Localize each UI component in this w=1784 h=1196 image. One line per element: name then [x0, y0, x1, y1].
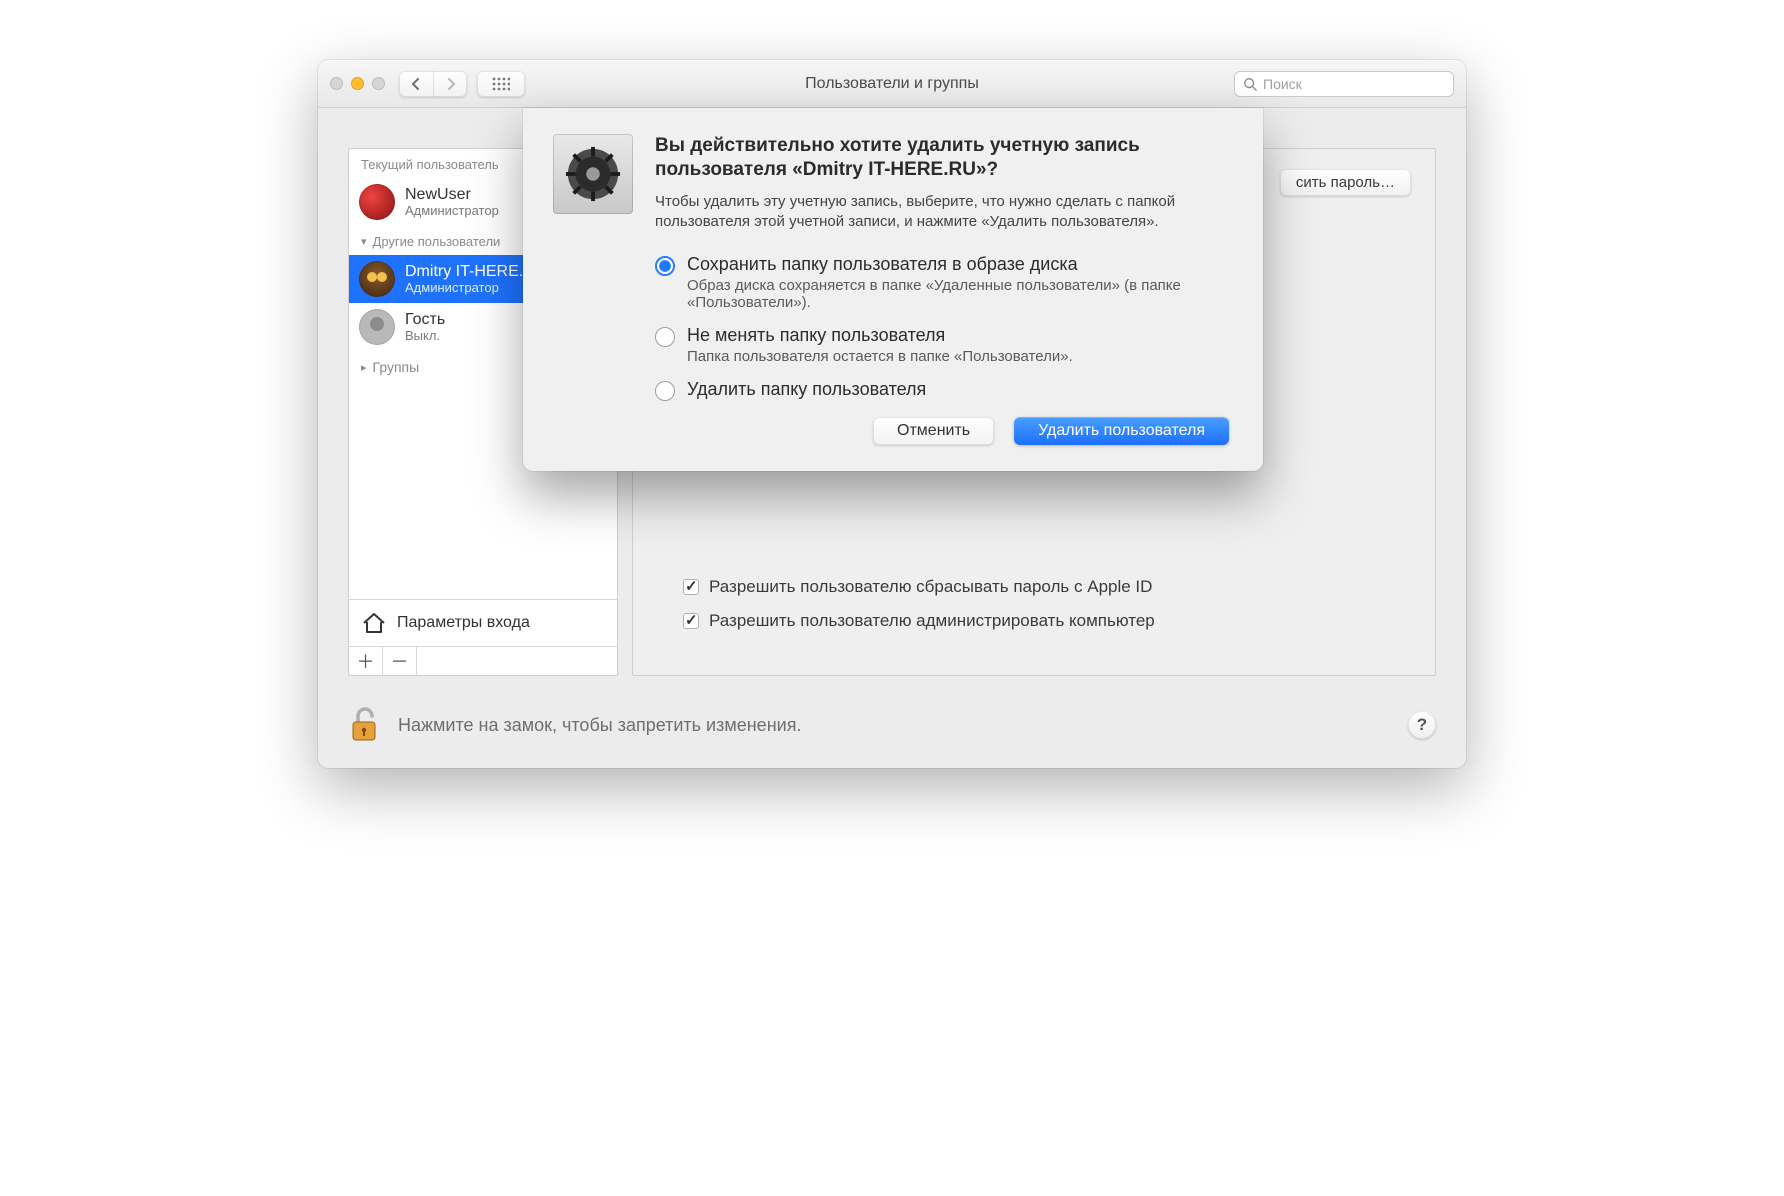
- show-all-button[interactable]: [477, 71, 525, 97]
- help-button[interactable]: ?: [1408, 711, 1436, 739]
- check-row-reset-appleid[interactable]: Разрешить пользователю сбрасывать пароль…: [683, 577, 1405, 597]
- avatar-icon: [359, 309, 395, 345]
- preferences-window: Пользователи и группы Текущий пользовате…: [318, 60, 1466, 768]
- user-role: Выкл.: [405, 329, 445, 343]
- dialog-actions: Отменить Удалить пользователя: [553, 417, 1229, 445]
- login-options-label: Параметры входа: [397, 614, 530, 632]
- remove-user-button[interactable]: －: [383, 647, 417, 675]
- checkbox-icon[interactable]: [683, 613, 699, 629]
- radio-label: Не менять папку пользователя: [687, 325, 1103, 346]
- groups-label: Группы: [373, 359, 420, 375]
- close-window-button[interactable]: [330, 77, 343, 90]
- lock-row: Нажмите на замок, чтобы запретить измене…: [348, 706, 1436, 744]
- lock-hint-text: Нажмите на замок, чтобы запретить измене…: [398, 715, 801, 736]
- avatar-icon: [359, 184, 395, 220]
- back-button[interactable]: [399, 71, 433, 97]
- home-icon: [361, 610, 387, 636]
- check-row-admin[interactable]: Разрешить пользователю администрировать …: [683, 611, 1405, 631]
- radio-option-keep-folder[interactable]: Не менять папку пользователя Папка польз…: [655, 325, 1229, 365]
- minimize-window-button[interactable]: [351, 77, 364, 90]
- zoom-window-button[interactable]: [372, 77, 385, 90]
- check-label: Разрешить пользователю сбрасывать пароль…: [709, 577, 1152, 597]
- reset-password-button[interactable]: сить пароль…: [1280, 169, 1411, 196]
- titlebar: Пользователи и группы: [318, 60, 1466, 108]
- checkbox-icon[interactable]: [683, 579, 699, 595]
- check-label: Разрешить пользователю администрировать …: [709, 611, 1155, 631]
- radio-label: Удалить папку пользователя: [687, 379, 926, 400]
- delete-user-dialog: Вы действительно хотите удалить учетную …: [523, 108, 1263, 471]
- user-permission-checks: Разрешить пользователю сбрасывать пароль…: [683, 563, 1405, 645]
- chevron-right-icon: ▸: [361, 361, 367, 374]
- nav-back-forward: [399, 71, 467, 97]
- radio-icon[interactable]: [655, 381, 675, 401]
- dialog-title: Вы действительно хотите удалить учетную …: [655, 134, 1229, 182]
- user-role: Администратор: [405, 204, 499, 218]
- window-controls: [330, 77, 385, 90]
- avatar-icon: [359, 261, 395, 297]
- radio-option-save-disk-image[interactable]: Сохранить папку пользователя в образе ди…: [655, 254, 1229, 311]
- radio-option-delete-folder[interactable]: Удалить папку пользователя: [655, 379, 1229, 401]
- delete-options-radio-group: Сохранить папку пользователя в образе ди…: [553, 254, 1229, 401]
- cancel-button[interactable]: Отменить: [873, 417, 994, 445]
- radio-label: Сохранить папку пользователя в образе ди…: [687, 254, 1229, 275]
- user-name: Гость: [405, 311, 445, 329]
- radio-sublabel: Папка пользователя остается в папке «Пол…: [687, 348, 1103, 365]
- add-remove-bar: ＋ －: [349, 646, 617, 675]
- system-preferences-icon: [553, 134, 633, 214]
- search-icon: [1243, 77, 1257, 91]
- radio-icon[interactable]: [655, 256, 675, 276]
- add-user-button[interactable]: ＋: [349, 647, 383, 675]
- radio-sublabel: Образ диска сохраняется в папке «Удаленн…: [687, 277, 1229, 311]
- dialog-description: Чтобы удалить эту учетную запись, выбери…: [655, 192, 1229, 233]
- radio-icon[interactable]: [655, 327, 675, 347]
- forward-button[interactable]: [433, 71, 467, 97]
- delete-user-button[interactable]: Удалить пользователя: [1014, 417, 1229, 445]
- search-field[interactable]: [1234, 71, 1454, 97]
- login-options-row[interactable]: Параметры входа: [349, 599, 617, 646]
- search-input[interactable]: [1263, 76, 1445, 92]
- user-name: NewUser: [405, 186, 499, 204]
- lock-open-icon[interactable]: [348, 706, 380, 744]
